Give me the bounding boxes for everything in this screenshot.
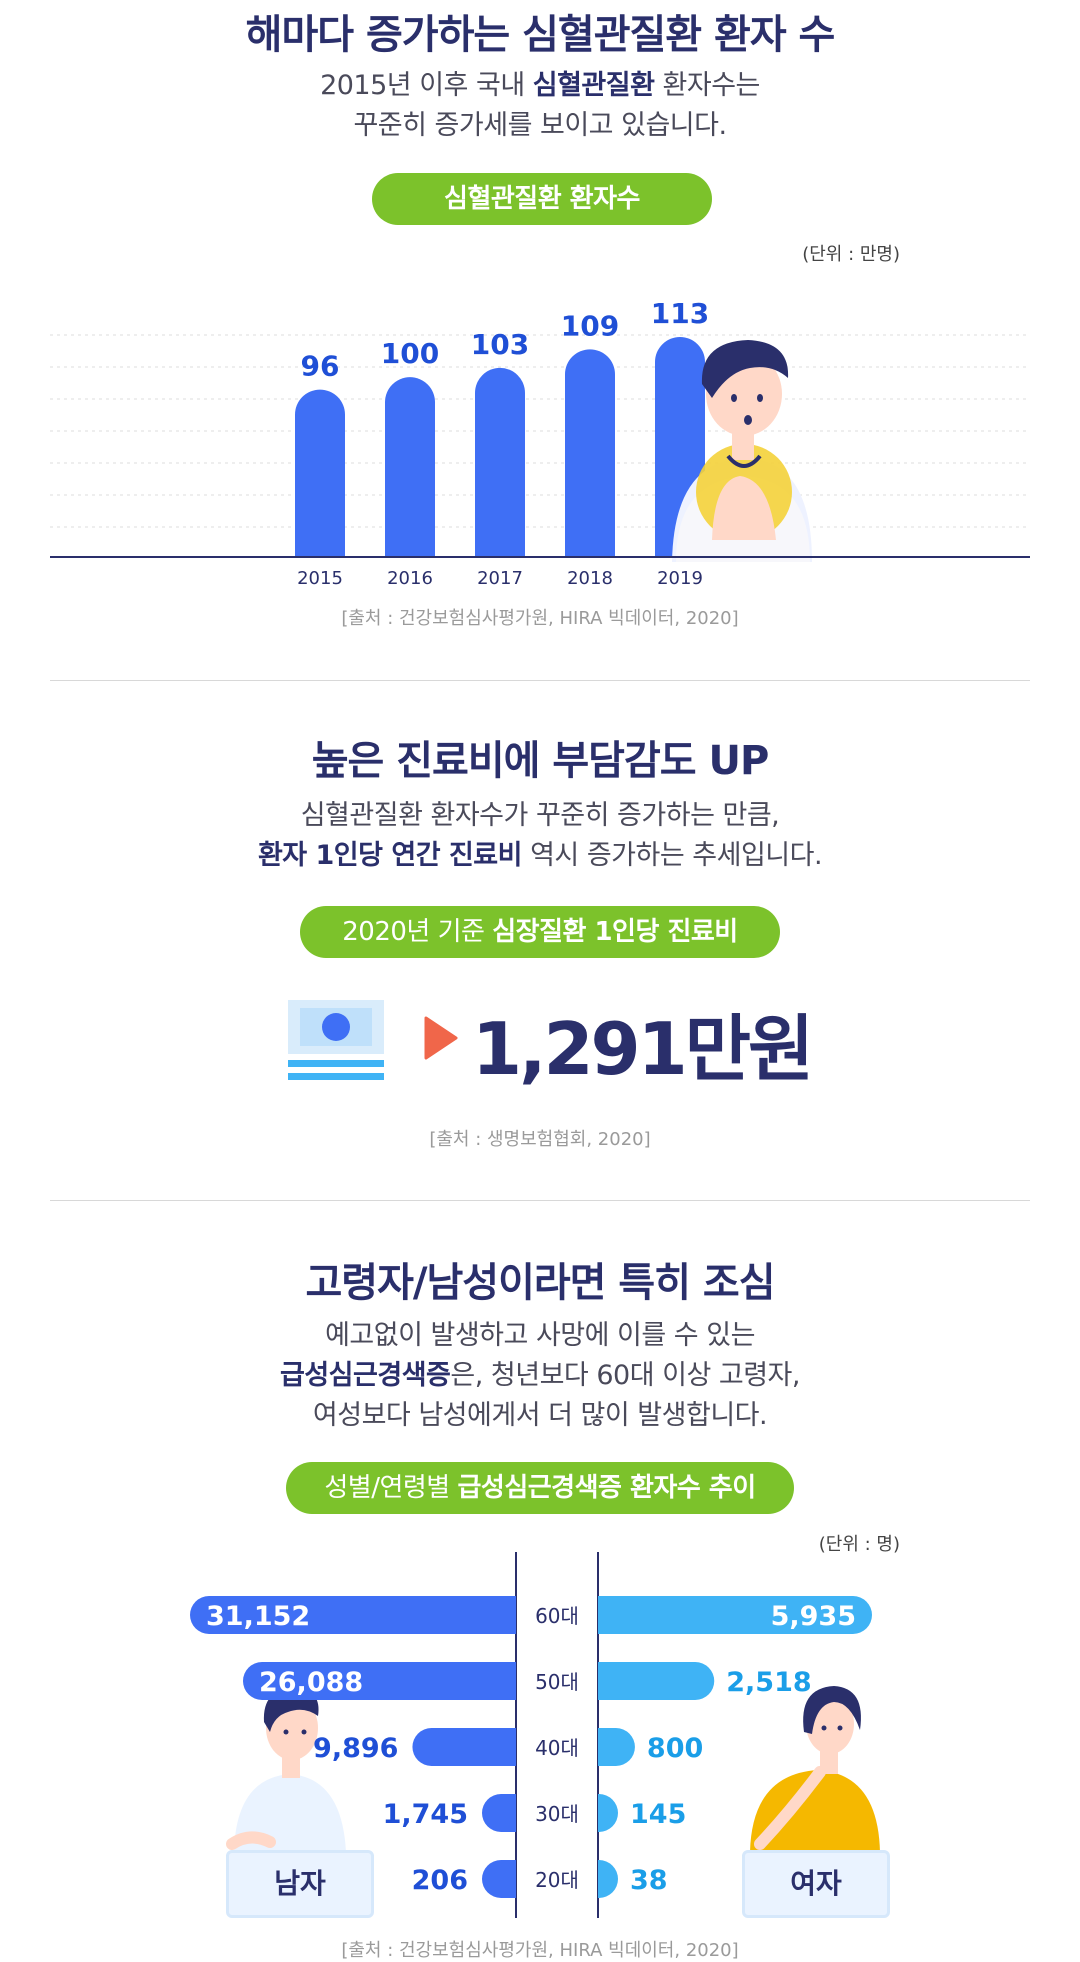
x-tick-label: 2017 <box>477 568 523 589</box>
desc-bold: 심혈관질환 <box>532 70 655 101</box>
age-category-label: 30대 <box>535 1802 579 1826</box>
pill-text-bold: 급성심근경색증 환자수 추이 <box>457 1473 756 1503</box>
female-value-label: 38 <box>630 1865 668 1896</box>
desc-text: 역시 증가하는 추세입니다. <box>521 840 823 871</box>
x-tick-label: 2019 <box>657 568 703 589</box>
section2-pill: 2020년 기준 심장질환 1인당 진료비 <box>300 906 780 958</box>
section1-source: [출처 : 건강보험심사평가원, HIRA 빅데이터, 2020] <box>341 608 739 629</box>
woman-thinking-illustration <box>750 1686 880 1852</box>
bar-value-label: 96 <box>301 350 340 383</box>
bar-2017 <box>475 367 525 557</box>
bar-2015 <box>295 389 345 557</box>
desc-text: 꾸준히 증가세를 보이고 있습니다. <box>353 110 727 141</box>
female-bar-30대 <box>598 1794 618 1832</box>
section3-description: 예고없이 발생하고 사망에 이를 수 있는 급성심근경색증은, 청년보다 60대… <box>0 1316 1080 1436</box>
section2-title: 높은 진료비에 부담감도 UP <box>311 738 770 784</box>
bar-value-label: 109 <box>561 309 619 342</box>
section3-title: 고령자/남성이라면 특히 조심 <box>305 1260 775 1306</box>
female-bar-50대 <box>598 1662 715 1700</box>
man-thinking-illustration <box>226 1688 346 1852</box>
bar-2016 <box>385 377 435 557</box>
section2-source: [출처 : 생명보험협회, 2020] <box>429 1129 651 1150</box>
chart1-gridlines <box>50 334 1030 528</box>
chart1-bars <box>295 337 705 557</box>
male-value-label: 1,745 <box>383 1799 468 1830</box>
gender-age-bar-chart: 60대 31,152 5,935 50대 26,088 2,518 40대 9,896 800 3… <box>190 1552 880 1918</box>
bar-2018 <box>565 349 615 557</box>
divider <box>50 680 1030 681</box>
male-value-label: 9,896 <box>313 1733 398 1764</box>
section2-description: 심혈관질환 환자수가 꾸준히 증가하는 만큼, 환자 1인당 연간 진료비 역시… <box>0 796 1080 876</box>
bar-value-label: 103 <box>471 328 529 361</box>
desc-text: 2015년 이후 국내 <box>320 70 533 101</box>
desc-text: 은, 청년보다 60대 이상 고령자, <box>450 1360 800 1391</box>
arrow-right-icon <box>424 1016 458 1060</box>
female-bar-40대 <box>598 1728 635 1766</box>
male-bar-40대 <box>412 1728 516 1766</box>
age-category-label: 40대 <box>535 1736 579 1760</box>
x-tick-label: 2018 <box>567 568 613 589</box>
male-legend-box: 남자 <box>226 1850 374 1918</box>
divider <box>50 1200 1030 1201</box>
female-value-label: 800 <box>647 1733 703 1764</box>
age-category-label: 20대 <box>535 1868 579 1892</box>
bar-value-label: 113 <box>651 297 709 330</box>
bar-value-label: 100 <box>381 337 439 370</box>
money-icon <box>288 1000 384 1080</box>
section1-description: 2015년 이후 국내 심혈관질환 환자수는 꾸준히 증가세를 보이고 있습니다… <box>0 66 1080 146</box>
male-value-label: 31,152 <box>206 1601 310 1632</box>
patients-bar-chart: 96 100 103 109 113 2015 2016 2017 2018 2019 <box>50 297 1030 589</box>
section1-pill: 심혈관질환 환자수 <box>372 173 712 225</box>
pill-text: 성별/연령별 <box>324 1473 458 1503</box>
section3-source: [출처 : 건강보험심사평가원, HIRA 빅데이터, 2020] <box>341 1940 739 1961</box>
section1-title: 해마다 증가하는 심혈관질환 환자 수 <box>245 12 836 58</box>
section3-pill: 성별/연령별 급성심근경색증 환자수 추이 <box>286 1462 794 1514</box>
desc-text: 예고없이 발생하고 사망에 이를 수 있는 <box>325 1320 755 1351</box>
pill-text: 심혈관질환 환자수 <box>444 184 640 214</box>
desc-bold: 환자 1인당 연간 진료비 <box>257 840 523 871</box>
x-tick-label: 2016 <box>387 568 433 589</box>
desc-text: 환자수는 <box>654 70 761 101</box>
female-bar-20대 <box>598 1860 618 1898</box>
age-category-label: 50대 <box>535 1670 579 1694</box>
age-category-label: 60대 <box>535 1604 579 1628</box>
x-tick-label: 2015 <box>297 568 343 589</box>
male-bar-30대 <box>482 1794 516 1832</box>
female-legend-box: 여자 <box>742 1850 890 1918</box>
male-value-label: 26,088 <box>259 1667 363 1698</box>
pill-text-bold: 심장질환 1인당 진료비 <box>492 917 738 947</box>
desc-text: 여성보다 남성에게서 더 많이 발생합니다. <box>312 1400 768 1431</box>
female-value-label: 5,935 <box>771 1601 856 1632</box>
pill-text: 2020년 기준 <box>342 917 493 947</box>
section1-unit: (단위 : 만명) <box>802 244 900 265</box>
male-value-label: 206 <box>412 1865 468 1896</box>
female-value-label: 145 <box>630 1799 686 1830</box>
cost-amount: 1,291만원 <box>472 1007 814 1091</box>
chart1-tick-labels: 2015 2016 2017 2018 2019 <box>297 568 703 589</box>
desc-text: 심혈관질환 환자수가 꾸준히 증가하는 만큼, <box>300 800 780 831</box>
female-value-label: 2,518 <box>726 1667 811 1698</box>
male-bar-20대 <box>482 1860 516 1898</box>
desc-bold: 급성심근경색증 <box>280 1360 451 1391</box>
